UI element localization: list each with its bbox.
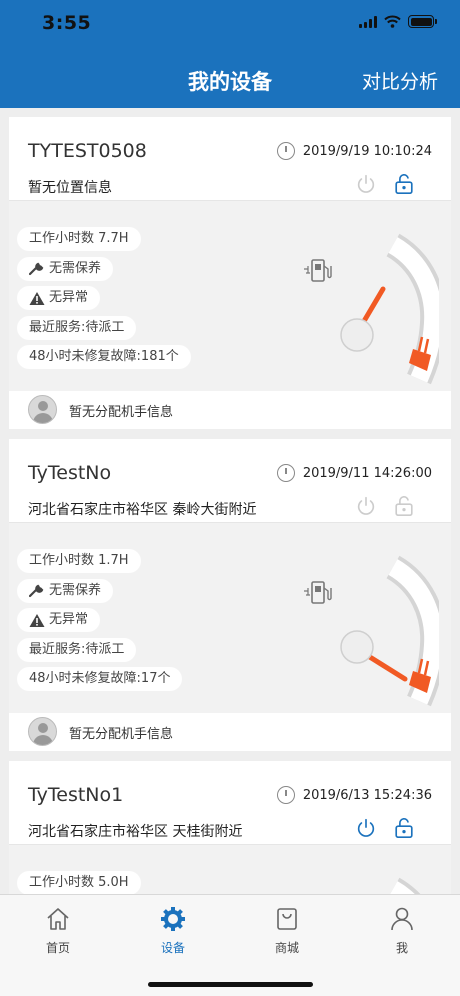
tab-mall-label: 商城: [274, 941, 299, 955]
work-hours-text: 工作小时数 7.7H: [29, 231, 129, 246]
device-location: 河北省石家庄市裕华区 天桂街附近: [28, 824, 243, 840]
unlock-icon[interactable]: [393, 495, 415, 517]
power-icon[interactable]: [355, 817, 377, 839]
device-timestamp: 2019/9/11 14:26:00: [276, 464, 432, 482]
gear-icon: [161, 907, 185, 931]
tab-home-label: 首页: [45, 941, 70, 955]
maintenance-text: 无需保养: [49, 261, 102, 276]
person-icon: [391, 907, 413, 931]
maintenance-badge: 无需保养: [17, 257, 114, 281]
signal-icon: [359, 15, 377, 28]
device-time-text: 2019/9/11 14:26:00: [302, 465, 432, 481]
faults-badge: 48小时未修复故障:17个: [17, 667, 183, 691]
faults-text: 48小时未修复故障:17个: [29, 671, 171, 686]
tab-mall[interactable]: 商城: [247, 905, 327, 956]
fuel-gauge: [389, 877, 421, 894]
device-card[interactable]: TyTestNo1 2019/6/13 15:24:36 河北省石家庄市裕华区 …: [9, 761, 451, 894]
tab-devices[interactable]: 设备: [133, 905, 213, 956]
compare-analysis-button[interactable]: 对比分析: [362, 67, 438, 94]
work-hours-badge: 工作小时数 7.7H: [17, 227, 141, 251]
top-header: 3:55 我的设备 对比分析: [0, 0, 460, 108]
mechanic-row[interactable]: 暂无分配机手信息: [9, 391, 451, 429]
device-time-text: 2019/6/13 15:24:36: [302, 787, 432, 803]
service-badge: 最近服务:待派工: [17, 638, 137, 662]
tab-me[interactable]: 我: [362, 905, 442, 956]
faults-badge: 48小时未修复故障:181个: [17, 345, 191, 369]
service-badge: 最近服务:待派工: [17, 316, 137, 340]
status-time: 3:55: [42, 12, 92, 34]
device-controls: [355, 173, 415, 195]
device-timestamp: 2019/6/13 15:24:36: [276, 786, 432, 804]
power-icon[interactable]: [355, 173, 377, 195]
device-name: TyTestNo: [28, 462, 112, 484]
wifi-icon: [384, 15, 401, 28]
device-card-header: TyTestNo1 2019/6/13 15:24:36 河北省石家庄市裕华区 …: [9, 761, 451, 845]
battery-icon: [408, 15, 437, 28]
device-list[interactable]: TYTEST0508 2019/9/19 10:10:24 暂无位置信息 工作小…: [0, 108, 460, 894]
clock-icon: [276, 464, 295, 482]
fuel-pump-icon: [304, 581, 332, 604]
service-text: 最近服务:待派工: [29, 320, 125, 335]
device-controls: [355, 817, 415, 839]
device-status-panel: 工作小时数 5.0H: [9, 845, 451, 894]
faults-text: 48小时未修复故障:181个: [29, 349, 179, 364]
device-location: 暂无位置信息: [28, 180, 112, 196]
device-time-text: 2019/9/19 10:10:24: [302, 143, 432, 159]
fuel-gauge: [340, 233, 439, 385]
wrench-icon: [29, 584, 44, 598]
power-icon[interactable]: [355, 495, 377, 517]
mechanic-row[interactable]: 暂无分配机手信息: [9, 713, 451, 751]
mechanic-info: 暂无分配机手信息: [69, 727, 174, 742]
warning-icon: [29, 613, 45, 627]
tab-devices-label: 设备: [160, 941, 185, 955]
abnormal-badge: 无异常: [17, 286, 101, 310]
work-hours-text: 工作小时数 5.0H: [29, 875, 129, 890]
device-card-header: TyTestNo 2019/9/11 14:26:00 河北省石家庄市裕华区 秦…: [9, 439, 451, 523]
abnormal-text: 无异常: [49, 612, 89, 627]
tab-me-label: 我: [395, 941, 408, 955]
unlock-icon[interactable]: [393, 817, 415, 839]
device-card-header: TYTEST0508 2019/9/19 10:10:24 暂无位置信息: [9, 117, 451, 201]
work-hours-badge: 工作小时数 5.0H: [17, 871, 141, 894]
unlock-icon[interactable]: [393, 173, 415, 195]
fuel-pump-icon: [304, 259, 332, 282]
device-status-panel: 工作小时数 7.7H 无需保养 无异常 最近服务:待派工 48小时未修复故障:1…: [9, 201, 451, 391]
device-timestamp: 2019/9/19 10:10:24: [276, 142, 432, 160]
tab-home[interactable]: 首页: [18, 905, 98, 956]
tab-bar: 首页 设备 商城 我: [0, 894, 460, 996]
work-hours-badge: 工作小时数 1.7H: [17, 549, 141, 573]
work-hours-text: 工作小时数 1.7H: [29, 553, 129, 568]
status-icons: [359, 15, 437, 28]
maintenance-badge: 无需保养: [17, 579, 114, 603]
maintenance-text: 无需保养: [49, 583, 102, 598]
clock-icon: [276, 786, 295, 804]
service-text: 最近服务:待派工: [29, 642, 125, 657]
fuel-gauge: [340, 555, 439, 707]
avatar-icon: [28, 717, 57, 746]
wrench-icon: [29, 262, 44, 276]
abnormal-badge: 无异常: [17, 608, 101, 632]
device-controls: [355, 495, 415, 517]
device-name: TYTEST0508: [28, 140, 147, 162]
shopping-bag-icon: [277, 908, 297, 930]
device-card[interactable]: TyTestNo 2019/9/11 14:26:00 河北省石家庄市裕华区 秦…: [9, 439, 451, 751]
device-location: 河北省石家庄市裕华区 秦岭大街附近: [28, 502, 257, 518]
mechanic-info: 暂无分配机手信息: [69, 405, 174, 420]
warning-icon: [29, 291, 45, 305]
avatar-icon: [28, 395, 57, 424]
device-status-panel: 工作小时数 1.7H 无需保养 无异常 最近服务:待派工 48小时未修复故障:1…: [9, 523, 451, 713]
clock-icon: [276, 142, 295, 160]
device-card[interactable]: TYTEST0508 2019/9/19 10:10:24 暂无位置信息 工作小…: [9, 117, 451, 429]
device-name: TyTestNo1: [28, 784, 124, 806]
home-icon: [47, 908, 69, 930]
abnormal-text: 无异常: [49, 290, 89, 305]
home-indicator: [148, 982, 313, 987]
